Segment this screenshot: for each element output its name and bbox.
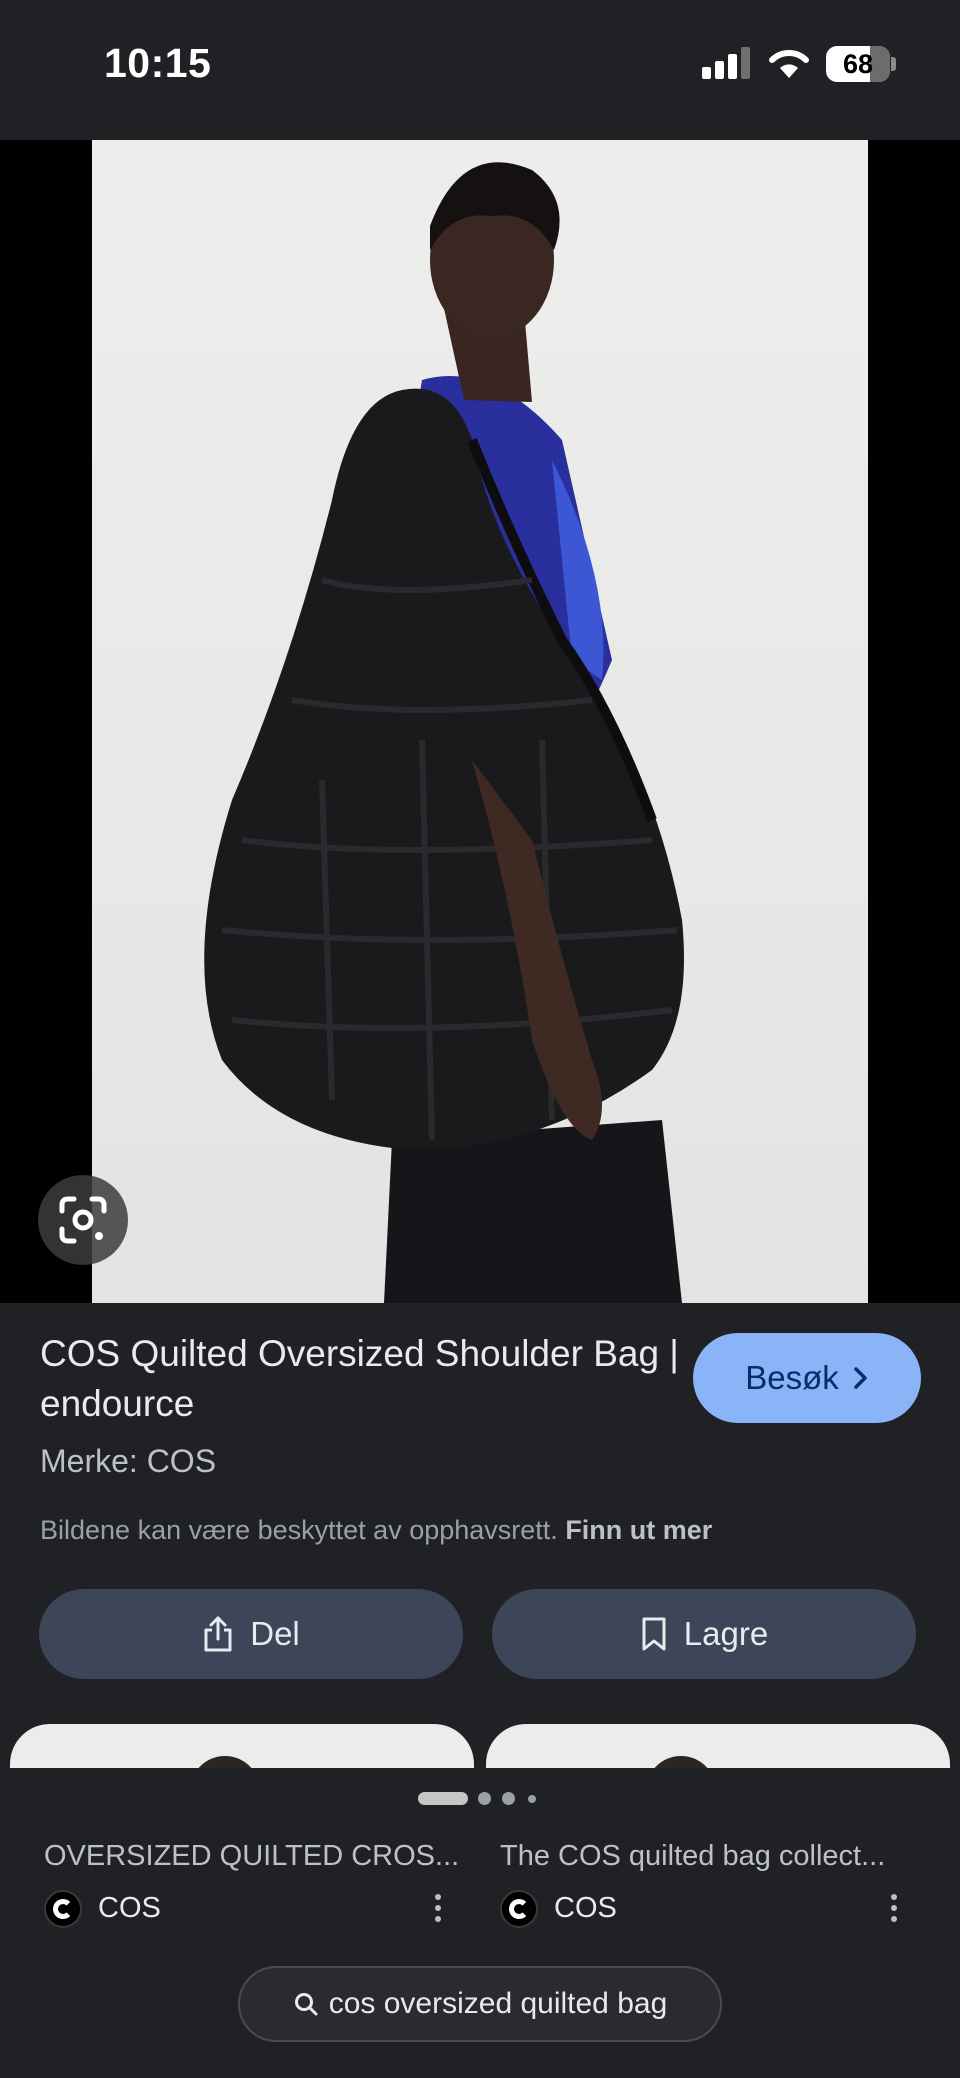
carousel-dot-active <box>418 1792 468 1805</box>
status-bar: 10:15 68 <box>0 0 960 140</box>
share-button[interactable]: Del <box>39 1589 463 1679</box>
result-title[interactable]: COS Quilted Oversized Shoulder Bag | end… <box>40 1329 680 1429</box>
carousel-dot <box>528 1795 536 1803</box>
more-options-icon[interactable] <box>884 1888 904 1928</box>
bookmark-icon <box>642 1617 666 1651</box>
bottom-panel: OVERSIZED QUILTED CROS... COS The COS qu… <box>0 1768 960 2078</box>
brand-label: Merke: COS <box>40 1443 217 1479</box>
lens-search-button[interactable] <box>38 1175 128 1265</box>
google-lens-icon <box>59 1196 107 1244</box>
cos-logo-icon <box>44 1890 82 1928</box>
learn-more-link[interactable]: Finn ut mer <box>565 1515 712 1545</box>
search-icon <box>294 1993 318 2016</box>
chevron-right-icon <box>854 1367 867 1389</box>
related-image-thumbnail[interactable] <box>10 1724 474 1770</box>
cellular-signal-icon <box>702 47 750 79</box>
related-item-source[interactable]: COS <box>98 1892 161 1925</box>
copyright-notice: Bildene kan være beskyttet av opphavsret… <box>40 1515 712 1546</box>
carousel-dot <box>478 1792 491 1805</box>
status-time: 10:15 <box>104 40 212 86</box>
visit-button[interactable]: Besøk <box>693 1333 921 1423</box>
save-button[interactable]: Lagre <box>492 1589 916 1679</box>
product-photo[interactable] <box>92 140 868 1303</box>
related-image-thumbnail[interactable] <box>486 1724 950 1770</box>
copyright-text: Bildene kan være beskyttet av opphavsret… <box>40 1515 558 1545</box>
battery-level: 68 <box>842 49 874 79</box>
cos-logo-icon <box>500 1890 538 1928</box>
share-button-label: Del <box>250 1615 300 1652</box>
wifi-icon <box>769 49 809 78</box>
related-item-title[interactable]: The COS quilted bag collect... <box>500 1840 885 1873</box>
related-images-row <box>0 1724 960 1770</box>
image-viewer[interactable] <box>0 140 960 1303</box>
more-options-icon[interactable] <box>428 1888 448 1928</box>
carousel-dot <box>502 1792 515 1805</box>
model-with-quilted-bag-image <box>204 162 684 1303</box>
related-item-title[interactable]: OVERSIZED QUILTED CROS... <box>44 1840 459 1873</box>
share-icon <box>204 1616 232 1652</box>
search-query-chip[interactable]: cos oversized quilted bag <box>238 1966 722 2042</box>
visit-button-label: Besøk <box>745 1359 839 1396</box>
battery-icon: 68 <box>826 46 896 82</box>
related-item-source[interactable]: COS <box>554 1892 617 1925</box>
search-query-text: cos oversized quilted bag <box>328 1987 668 2020</box>
save-button-label: Lagre <box>683 1615 769 1652</box>
